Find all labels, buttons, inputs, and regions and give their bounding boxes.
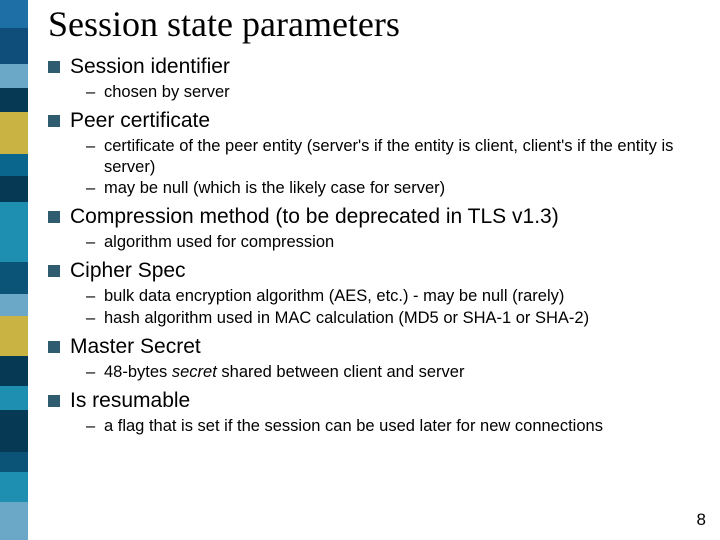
bullet-item-header: Peer certificate (48, 108, 708, 134)
sub-bullet-item: –hash algorithm used in MAC calculation … (86, 308, 708, 328)
bullet-item-header: Session identifier (48, 54, 708, 80)
sub-bullet-item: –bulk data encryption algorithm (AES, et… (86, 286, 708, 306)
sub-bullet-list: –chosen by server (48, 82, 708, 102)
stripe-segment (0, 356, 28, 386)
square-bullet-icon (48, 265, 60, 277)
stripe-segment (0, 262, 28, 294)
bullet-item-title: Session identifier (70, 54, 230, 80)
sub-bullet-text: hash algorithm used in MAC calculation (… (104, 308, 708, 328)
sub-bullet-list: –a flag that is set if the session can b… (48, 416, 708, 436)
bullet-item: Session identifier–chosen by server (48, 54, 708, 102)
bullet-item-header: Compression method (to be deprecated in … (48, 204, 708, 230)
stripe-segment (0, 112, 28, 154)
sub-bullet-item: –certificate of the peer entity (server'… (86, 136, 708, 176)
sub-bullet-list: –48-bytes secret shared between client a… (48, 362, 708, 382)
stripe-segment (0, 472, 28, 502)
square-bullet-icon (48, 115, 60, 127)
stripe-segment (0, 246, 28, 262)
stripe-segment (0, 154, 28, 176)
bullet-item-title: Is resumable (70, 388, 190, 414)
stripe-segment (0, 64, 28, 88)
dash-bullet-icon: – (86, 82, 104, 102)
dash-bullet-icon: – (86, 136, 104, 156)
sub-bullet-text: bulk data encryption algorithm (AES, etc… (104, 286, 708, 306)
sub-bullet-item: –algorithm used for compression (86, 232, 708, 252)
page-number: 8 (697, 510, 706, 530)
dash-bullet-icon: – (86, 308, 104, 328)
bullet-item: Master Secret–48-bytes secret shared bet… (48, 334, 708, 382)
sub-bullet-list: –bulk data encryption algorithm (AES, et… (48, 286, 708, 327)
sub-bullet-list: –algorithm used for compression (48, 232, 708, 252)
sub-bullet-text: may be null (which is the likely case fo… (104, 178, 708, 198)
stripe-segment (0, 28, 28, 64)
dash-bullet-icon: – (86, 232, 104, 252)
stripe-segment (0, 176, 28, 202)
stripe-segment (0, 88, 28, 112)
stripe-segment (0, 386, 28, 410)
decorative-side-stripe (0, 0, 28, 540)
bullet-item: Cipher Spec–bulk data encryption algorit… (48, 258, 708, 328)
bullet-item-header: Is resumable (48, 388, 708, 414)
square-bullet-icon (48, 395, 60, 407)
bullet-item: Peer certificate–certificate of the peer… (48, 108, 708, 198)
stripe-segment (0, 502, 28, 540)
bullet-item-header: Cipher Spec (48, 258, 708, 284)
sub-bullet-item: –a flag that is set if the session can b… (86, 416, 708, 436)
sub-bullet-text: certificate of the peer entity (server's… (104, 136, 708, 176)
bullet-item-title: Compression method (to be deprecated in … (70, 204, 559, 230)
bullet-item-title: Cipher Spec (70, 258, 186, 284)
square-bullet-icon (48, 211, 60, 223)
square-bullet-icon (48, 341, 60, 353)
stripe-segment (0, 410, 28, 452)
dash-bullet-icon: – (86, 178, 104, 198)
stripe-segment (0, 316, 28, 356)
stripe-segment (0, 202, 28, 246)
slide-title: Session state parameters (48, 6, 708, 44)
sub-bullet-item: –chosen by server (86, 82, 708, 102)
stripe-segment (0, 294, 28, 316)
bullet-item: Is resumable–a flag that is set if the s… (48, 388, 708, 436)
sub-bullet-item: –may be null (which is the likely case f… (86, 178, 708, 198)
sub-bullet-item: –48-bytes secret shared between client a… (86, 362, 708, 382)
sub-bullet-text: algorithm used for compression (104, 232, 708, 252)
dash-bullet-icon: – (86, 286, 104, 306)
sub-bullet-text: 48-bytes secret shared between client an… (104, 362, 708, 382)
bullet-item-title: Peer certificate (70, 108, 210, 134)
sub-bullet-text: a flag that is set if the session can be… (104, 416, 708, 436)
dash-bullet-icon: – (86, 362, 104, 382)
dash-bullet-icon: – (86, 416, 104, 436)
sub-bullet-text: chosen by server (104, 82, 708, 102)
stripe-segment (0, 0, 28, 28)
item-list: Session identifier–chosen by serverPeer … (48, 54, 708, 437)
bullet-item-header: Master Secret (48, 334, 708, 360)
bullet-item: Compression method (to be deprecated in … (48, 204, 708, 252)
sub-bullet-list: –certificate of the peer entity (server'… (48, 136, 708, 197)
square-bullet-icon (48, 61, 60, 73)
stripe-segment (0, 452, 28, 472)
slide-content: Session state parameters Session identif… (48, 6, 708, 442)
bullet-item-title: Master Secret (70, 334, 201, 360)
